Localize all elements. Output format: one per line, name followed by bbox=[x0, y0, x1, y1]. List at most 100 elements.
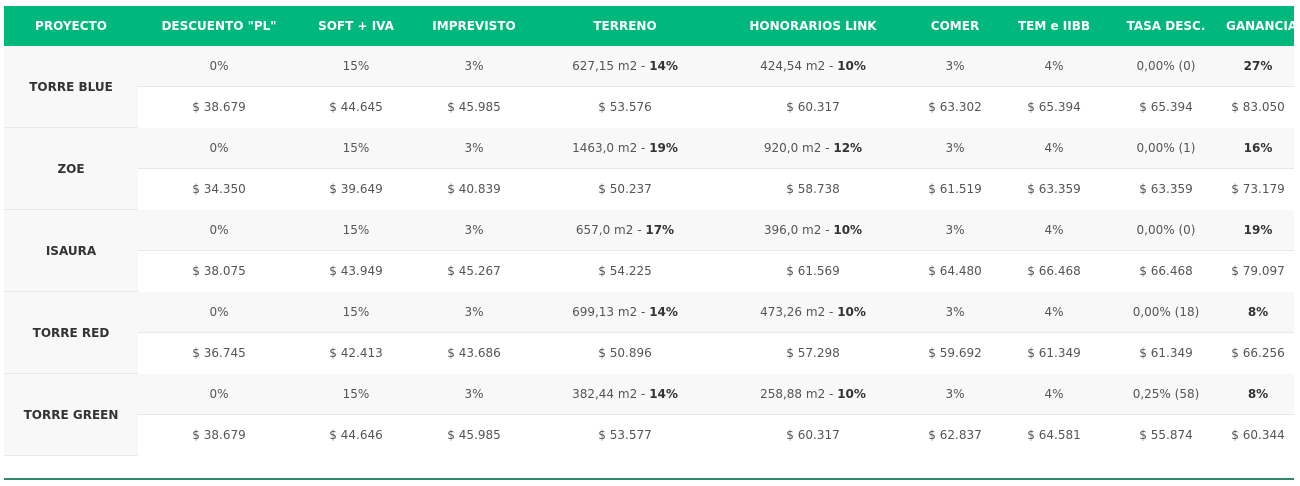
cell-soft-amt: $ 44.645 bbox=[300, 86, 412, 128]
cell-comer-amt: $ 63.302 bbox=[912, 86, 998, 128]
honorarios-pct: 10% bbox=[833, 223, 863, 237]
cell-soft-amt: $ 43.949 bbox=[300, 250, 412, 292]
cell-imprevisto-amt: $ 40.839 bbox=[412, 168, 536, 210]
cell-terreno-pct: 699,13 m2 - 14% bbox=[536, 291, 714, 333]
cell-ganancia-pct: 27% bbox=[1222, 46, 1294, 87]
cell-tem-pct: 4% bbox=[998, 373, 1110, 415]
header-comer: COMER bbox=[912, 6, 998, 46]
table-row: TORRE BLUE 0% 15% 3% 627,15 m2 - 14% 424… bbox=[4, 46, 1294, 128]
honorarios-m2: 396,0 m2 bbox=[763, 223, 822, 237]
table-row: TORRE GREEN 0% 15% 3% 382,44 m2 - 14% 25… bbox=[4, 373, 1294, 456]
terreno-pct: 19% bbox=[649, 141, 678, 155]
honorarios-m2: 473,26 m2 bbox=[760, 305, 826, 319]
terreno-pct: 14% bbox=[649, 59, 678, 73]
cell-tasa-pct: 0,00% (0) bbox=[1110, 46, 1222, 87]
cell-tem-pct: 4% bbox=[998, 209, 1110, 251]
cell-terreno-amt: $ 54.225 bbox=[536, 250, 714, 292]
terreno-m2: 627,15 m2 bbox=[572, 59, 638, 73]
honorarios-m2: 920,0 m2 bbox=[763, 141, 822, 155]
terreno-m2: 1463,0 m2 bbox=[572, 141, 638, 155]
cell-terreno-amt: $ 50.237 bbox=[536, 168, 714, 210]
cell-descuento-amt: $ 34.350 bbox=[138, 168, 300, 210]
header-imprevisto: IMPREVISTO bbox=[412, 6, 536, 46]
honorarios-pct: 12% bbox=[833, 141, 863, 155]
cell-comer-amt: $ 62.837 bbox=[912, 414, 998, 456]
projects-table-container: PROYECTO DESCUENTO "PL" SOFT + IVA IMPRE… bbox=[4, 6, 1297, 456]
cell-tem-amt: $ 65.394 bbox=[998, 86, 1110, 128]
terreno-m2: 382,44 m2 bbox=[572, 387, 638, 401]
cell-soft-pct: 15% bbox=[300, 291, 412, 333]
cell-imprevisto-pct: 3% bbox=[412, 46, 536, 87]
ganancia-pct: 16% bbox=[1243, 141, 1273, 155]
cell-descuento-pct: 0% bbox=[138, 373, 300, 415]
cell-ganancia-amt: $ 66.256 bbox=[1222, 332, 1294, 374]
cell-tem-amt: $ 64.581 bbox=[998, 414, 1110, 456]
cell-comer-amt: $ 61.519 bbox=[912, 168, 998, 210]
ganancia-pct: 19% bbox=[1243, 223, 1273, 237]
cell-comer-pct: 3% bbox=[912, 209, 998, 251]
cell-terreno-pct: 627,15 m2 - 14% bbox=[536, 46, 714, 87]
cell-tem-amt: $ 63.359 bbox=[998, 168, 1110, 210]
cell-terreno-pct: 657,0 m2 - 17% bbox=[536, 209, 714, 251]
cell-descuento-amt: $ 36.745 bbox=[138, 332, 300, 374]
project-name: TORRE GREEN bbox=[4, 373, 138, 456]
cell-imprevisto-pct: 3% bbox=[412, 209, 536, 251]
cell-soft-pct: 15% bbox=[300, 46, 412, 87]
cell-ganancia-pct: 16% bbox=[1222, 127, 1294, 169]
cell-tasa-amt: $ 63.359 bbox=[1110, 168, 1222, 210]
cell-honorarios-pct: 396,0 m2 - 10% bbox=[714, 209, 912, 251]
table-row: TORRE RED 0% 15% 3% 699,13 m2 - 14% 473,… bbox=[4, 291, 1294, 374]
cell-imprevisto-pct: 3% bbox=[412, 373, 536, 415]
header-soft-iva: SOFT + IVA bbox=[300, 6, 412, 46]
ganancia-pct: 27% bbox=[1243, 59, 1273, 73]
honorarios-m2: 424,54 m2 bbox=[760, 59, 826, 73]
cell-honorarios-pct: 258,88 m2 - 10% bbox=[714, 373, 912, 415]
cell-terreno-amt: $ 50.896 bbox=[536, 332, 714, 374]
table-row: ISAURA 0% 15% 3% 657,0 m2 - 17% 396,0 m2… bbox=[4, 209, 1294, 292]
project-name: ISAURA bbox=[4, 209, 138, 292]
cell-imprevisto-amt: $ 43.686 bbox=[412, 332, 536, 374]
cell-tasa-pct: 0,00% (18) bbox=[1110, 291, 1222, 333]
cell-tasa-amt: $ 61.349 bbox=[1110, 332, 1222, 374]
cell-soft-pct: 15% bbox=[300, 127, 412, 169]
cell-honorarios-amt: $ 60.317 bbox=[714, 86, 912, 128]
cell-honorarios-amt: $ 61.569 bbox=[714, 250, 912, 292]
cell-imprevisto-pct: 3% bbox=[412, 127, 536, 169]
cell-descuento-pct: 0% bbox=[138, 46, 300, 87]
table-row: $ 36.745 $ 42.413 $ 43.686 $ 50.896 $ 57… bbox=[4, 332, 1294, 374]
cell-comer-pct: 3% bbox=[912, 46, 998, 87]
cell-soft-amt: $ 44.646 bbox=[300, 414, 412, 456]
cell-tasa-amt: $ 66.468 bbox=[1110, 250, 1222, 292]
table-row: $ 38.679 $ 44.645 $ 45.985 $ 53.576 $ 60… bbox=[4, 86, 1294, 128]
header-ganancia: GANANCIA bbox=[1222, 6, 1297, 46]
projects-table: PROYECTO DESCUENTO "PL" SOFT + IVA IMPRE… bbox=[4, 6, 1297, 456]
table-header-row: PROYECTO DESCUENTO "PL" SOFT + IVA IMPRE… bbox=[4, 6, 1297, 46]
cell-soft-pct: 15% bbox=[300, 209, 412, 251]
header-descuento: DESCUENTO "PL" bbox=[138, 6, 300, 46]
header-proyecto: PROYECTO bbox=[4, 6, 138, 46]
ganancia-pct: 8% bbox=[1247, 305, 1269, 319]
table-row: $ 38.075 $ 43.949 $ 45.267 $ 54.225 $ 61… bbox=[4, 250, 1294, 292]
header-tem-iibb: TEM e IIBB bbox=[998, 6, 1110, 46]
terreno-pct: 14% bbox=[649, 305, 678, 319]
cell-descuento-pct: 0% bbox=[138, 291, 300, 333]
cell-imprevisto-amt: $ 45.267 bbox=[412, 250, 536, 292]
cell-soft-amt: $ 42.413 bbox=[300, 332, 412, 374]
cell-tem-pct: 4% bbox=[998, 127, 1110, 169]
cell-terreno-pct: 382,44 m2 - 14% bbox=[536, 373, 714, 415]
cell-imprevisto-amt: $ 45.985 bbox=[412, 86, 536, 128]
cell-honorarios-amt: $ 58.738 bbox=[714, 168, 912, 210]
cell-comer-pct: 3% bbox=[912, 373, 998, 415]
cell-descuento-amt: $ 38.679 bbox=[138, 414, 300, 456]
cell-tem-pct: 4% bbox=[998, 46, 1110, 87]
cell-descuento-pct: 0% bbox=[138, 127, 300, 169]
cell-imprevisto-pct: 3% bbox=[412, 291, 536, 333]
cell-ganancia-amt: $ 73.179 bbox=[1222, 168, 1294, 210]
cell-comer-pct: 3% bbox=[912, 291, 998, 333]
terreno-m2: 657,0 m2 bbox=[575, 223, 634, 237]
cell-descuento-amt: $ 38.075 bbox=[138, 250, 300, 292]
table-row: $ 34.350 $ 39.649 $ 40.839 $ 50.237 $ 58… bbox=[4, 168, 1294, 210]
bottom-divider bbox=[4, 478, 1294, 480]
cell-tem-amt: $ 61.349 bbox=[998, 332, 1110, 374]
honorarios-pct: 10% bbox=[837, 387, 866, 401]
